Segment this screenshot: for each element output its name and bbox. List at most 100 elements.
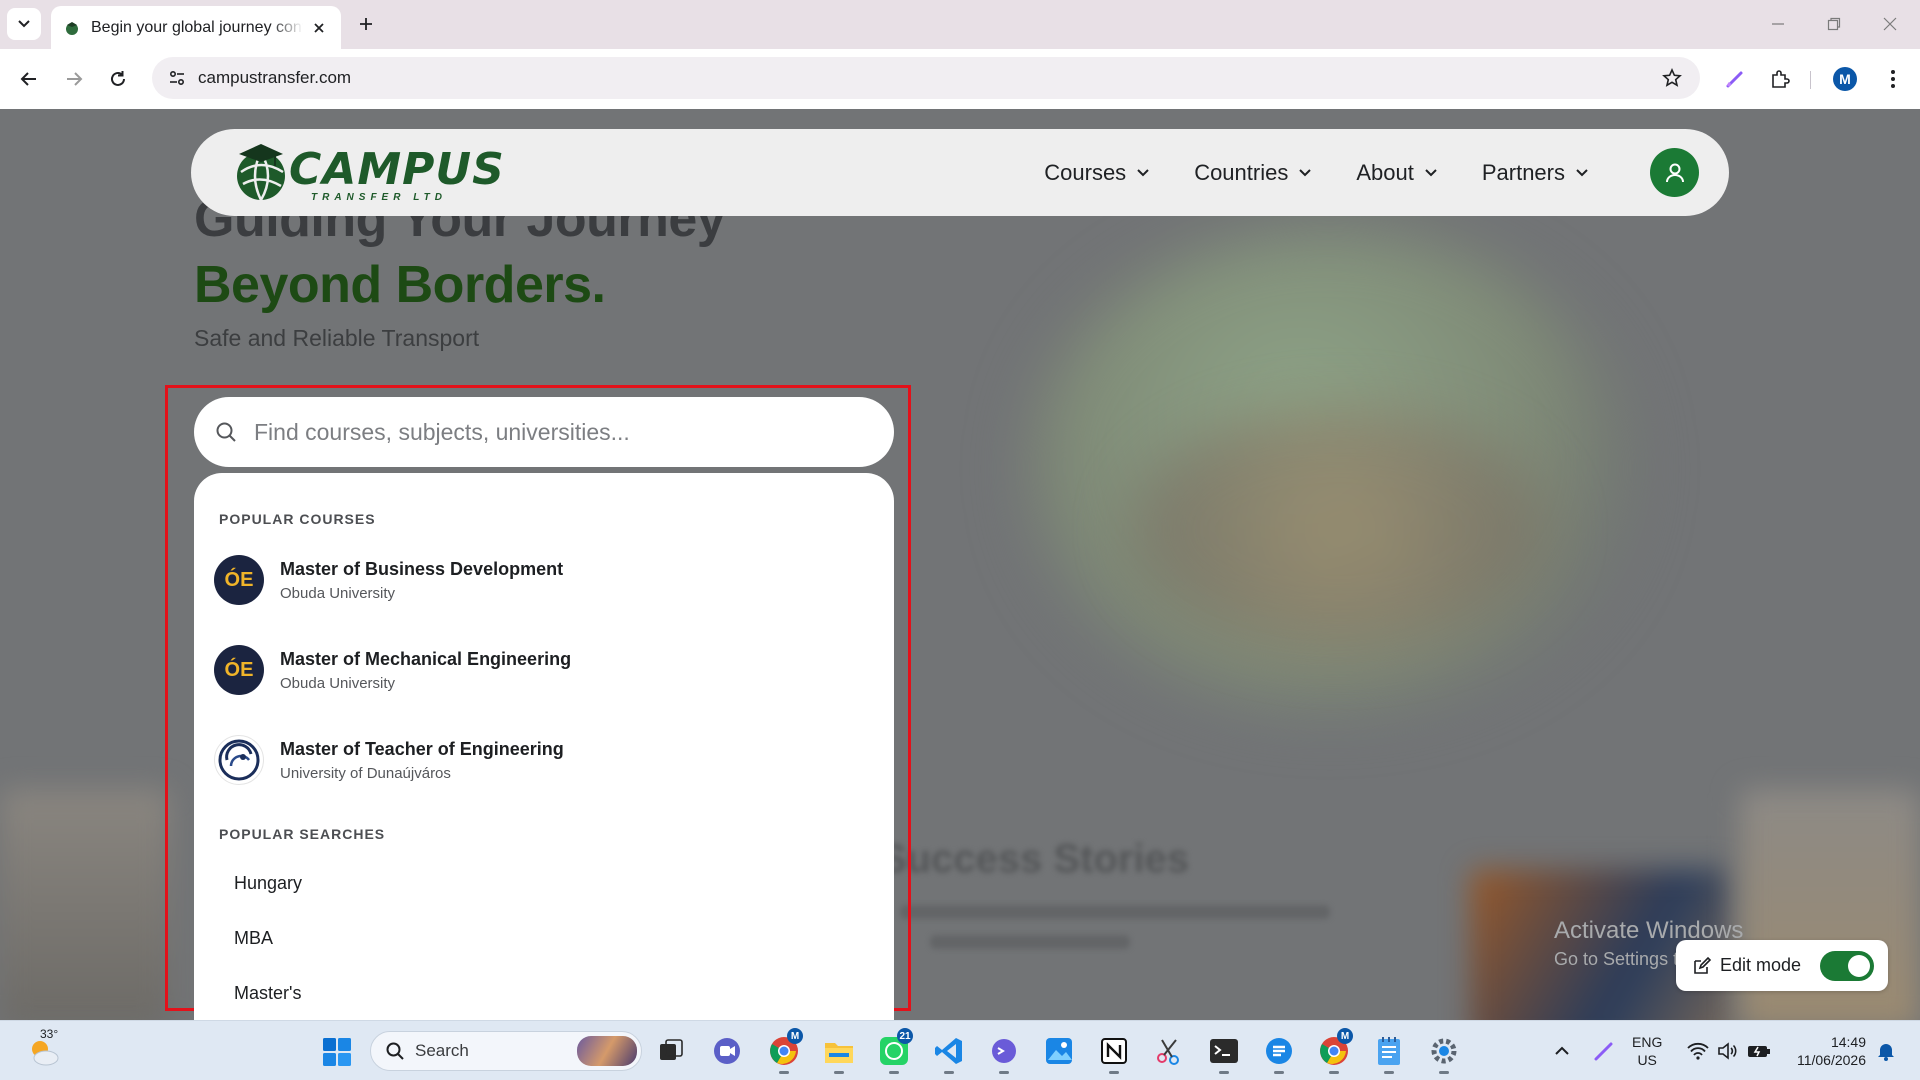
notepad-icon[interactable]	[1372, 1034, 1406, 1068]
popular-courses-heading: POPULAR COURSES	[219, 511, 376, 527]
browser-tab-bar: Begin your global journey confidently	[0, 0, 1920, 49]
wifi-icon[interactable]	[1684, 1021, 1712, 1080]
edit-mode-toggle[interactable]	[1820, 950, 1874, 981]
browser-menu-kebab-icon[interactable]	[1878, 64, 1908, 94]
windows-start-button[interactable]	[322, 1037, 352, 1067]
copilot-tray-pen-icon[interactable]	[1588, 1021, 1620, 1080]
close-tab-icon[interactable]	[309, 18, 329, 38]
extensions-puzzle-icon[interactable]	[1765, 64, 1795, 94]
search-icon	[386, 1042, 404, 1060]
hero-subheading: Safe and Reliable Transport	[194, 325, 480, 351]
forward-arrow-icon[interactable]	[60, 65, 88, 93]
snipping-tool-icon[interactable]	[1152, 1034, 1186, 1068]
taskbar-search-label: Search	[415, 1041, 469, 1060]
notion-icon[interactable]	[1097, 1034, 1131, 1068]
chrome-profile-badge: M	[787, 1028, 803, 1044]
campus-transfer-logo[interactable]: CAMPUS TRANSFER LTD	[231, 138, 504, 204]
popular-search-item[interactable]: Master's	[234, 983, 301, 1004]
nav-item-partners[interactable]: Partners	[1482, 160, 1589, 186]
minimize-window-icon[interactable]	[1766, 12, 1790, 36]
windows-logo-icon	[323, 1038, 351, 1066]
tab-search-button[interactable]	[7, 8, 41, 40]
running-indicator	[1219, 1071, 1229, 1074]
nav-item-label: Courses	[1044, 159, 1127, 185]
logo-monogram: ÓE	[224, 658, 254, 681]
site-settings-icon[interactable]	[166, 67, 188, 89]
edit-mode-widget: Edit mode	[1676, 940, 1888, 991]
course-search-input[interactable]	[254, 418, 894, 446]
popular-search-item[interactable]: MBA	[234, 928, 273, 949]
course-suggestion-item[interactable]: Master of Teacher of Engineering Univers…	[214, 725, 874, 795]
running-indicator	[1384, 1071, 1394, 1074]
search-icon	[214, 420, 238, 444]
search-highlight-image	[577, 1036, 637, 1066]
story-card-left	[0, 789, 170, 1020]
running-indicator	[944, 1071, 954, 1074]
hero-heading-line-2: Beyond Borders.	[194, 256, 606, 314]
toggle-knob	[1848, 954, 1870, 977]
chevron-down-icon	[1298, 168, 1312, 178]
reload-icon[interactable]	[104, 65, 132, 93]
vscode-icon[interactable]	[932, 1034, 966, 1068]
popular-searches-heading: POPULAR SEARCHES	[219, 826, 386, 842]
main-nav-menu: Courses Countries About Partners	[1044, 129, 1589, 216]
volume-icon[interactable]	[1714, 1021, 1742, 1080]
taskbar-clock[interactable]: 14:49 11/06/2026	[1786, 1033, 1866, 1069]
sync-app-icon[interactable]	[1262, 1034, 1296, 1068]
terminal-icon[interactable]	[1207, 1034, 1241, 1068]
clock-time: 14:49	[1830, 1034, 1866, 1050]
profile-avatar[interactable]: M	[1830, 64, 1860, 94]
windows-taskbar: 33° Search M 21 M ENG US 14:49 11/06/202…	[0, 1020, 1920, 1080]
teams-chat-icon[interactable]	[710, 1034, 744, 1068]
address-bar-url: campustransfer.com	[198, 68, 352, 87]
settings-gear-icon[interactable]	[1427, 1034, 1461, 1068]
course-suggestion-item[interactable]: ÓE Master of Business Development Obuda …	[214, 545, 874, 615]
photos-icon[interactable]	[1042, 1034, 1076, 1068]
user-account-button[interactable]	[1650, 148, 1699, 197]
input-language-indicator[interactable]: ENG US	[1632, 1033, 1662, 1069]
chevron-down-icon	[1136, 168, 1150, 178]
course-university: Obuda University	[280, 674, 396, 692]
page-viewport: Success Stories Guiding Your Journey Bey…	[0, 109, 1920, 1020]
file-explorer-icon[interactable]	[822, 1034, 856, 1068]
course-suggestion-item[interactable]: ÓE Master of Mechanical Engineering Obud…	[214, 635, 874, 705]
copilot-app-icon[interactable]	[987, 1034, 1021, 1068]
task-view-icon[interactable]	[654, 1034, 688, 1068]
obuda-university-logo: ÓE	[214, 555, 264, 605]
input-language-line2: US	[1637, 1052, 1657, 1068]
taskbar-search-box[interactable]: Search	[370, 1031, 642, 1071]
running-indicator	[779, 1071, 789, 1074]
chevron-down-icon	[1424, 168, 1438, 178]
browser-tab-active[interactable]: Begin your global journey confidently	[51, 6, 341, 49]
course-title: Master of Mechanical Engineering	[280, 648, 572, 669]
logo-wordmark: CAMPUS	[289, 144, 505, 195]
battery-charging-icon[interactable]	[1744, 1021, 1774, 1080]
copilot-pen-icon[interactable]	[1720, 64, 1750, 94]
nav-item-courses[interactable]: Courses	[1044, 160, 1150, 186]
toolbar-separator	[1810, 71, 1811, 89]
course-search-box[interactable]	[194, 397, 894, 467]
running-indicator	[1439, 1071, 1449, 1074]
obuda-university-logo: ÓE	[214, 645, 264, 695]
back-arrow-icon[interactable]	[15, 65, 43, 93]
course-title: Master of Teacher of Engineering	[280, 738, 564, 759]
nav-item-label: About	[1356, 159, 1414, 185]
new-tab-plus-icon[interactable]	[354, 12, 378, 36]
nav-item-countries[interactable]: Countries	[1194, 160, 1312, 186]
site-navbar: CAMPUS TRANSFER LTD Courses Countries Ab…	[191, 129, 1729, 216]
close-window-icon[interactable]	[1878, 12, 1902, 36]
profile-initial: M	[1833, 67, 1857, 91]
edit-mode-label: Edit mode	[1720, 955, 1802, 975]
browser-toolbar: campustransfer.com M	[0, 49, 1920, 109]
bookmark-star-icon[interactable]	[1658, 64, 1686, 92]
notification-bell-icon[interactable]	[1872, 1021, 1900, 1080]
stories-text-line	[900, 905, 1330, 919]
popular-search-item[interactable]: Hungary	[234, 873, 302, 894]
nav-item-about[interactable]: About	[1356, 160, 1438, 186]
dunaujvaros-university-logo	[214, 735, 264, 785]
address-bar[interactable]: campustransfer.com	[152, 57, 1700, 99]
restore-window-icon[interactable]	[1822, 12, 1846, 36]
running-indicator	[1274, 1071, 1284, 1074]
running-indicator	[1109, 1071, 1119, 1074]
show-hidden-icons-chevron-up-icon[interactable]	[1548, 1021, 1576, 1080]
